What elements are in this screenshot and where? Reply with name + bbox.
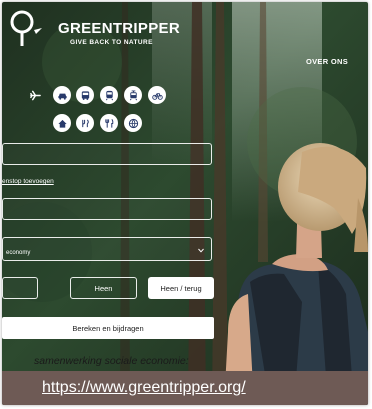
train-icon [105,90,113,100]
nav-about-link[interactable]: OVER ONS [306,57,348,66]
mode-restaurant-button[interactable] [100,114,118,132]
class-select[interactable]: economy [2,237,212,261]
website-link[interactable]: https://www.greentripper.org/ [42,379,246,397]
from-input[interactable] [2,143,212,165]
passengers-input[interactable] [2,277,38,299]
mode-bicycle-button[interactable] [148,86,166,104]
mode-home-button[interactable] [53,114,71,132]
mode-car-button[interactable] [53,86,71,104]
calculate-label: Bereken en bijdragen [72,323,144,333]
return-trip-label: Heen / terug [160,283,202,293]
brand-tagline: GIVE BACK TO NATURE [70,39,153,46]
chevron-down-icon [198,248,204,253]
brand-name: GREENTRIPPER [58,20,180,37]
globe-icon [128,118,138,128]
airplane-icon [29,90,41,100]
mode-globe-button[interactable] [124,114,142,132]
caption-text: samenwerking sociale economie: [34,355,189,367]
tram-icon [129,89,137,100]
class-select-value: economy [6,250,31,256]
one-way-label: Heen [94,283,113,293]
url-banner: https://www.greentripper.org/ [2,371,368,405]
one-way-button[interactable]: Heen [70,277,137,299]
restaurant-icon [104,118,113,128]
mode-train-button[interactable] [100,86,118,104]
bicycle-icon [151,92,163,100]
location-pin-logo-icon [10,10,42,46]
return-trip-button[interactable]: Heen / terug [148,277,214,299]
mode-food-button[interactable] [76,114,94,132]
bus-icon [81,90,89,100]
add-stopover-link[interactable]: enstop toevoegen [2,178,54,185]
calculate-contribute-button[interactable]: Bereken en bijdragen [2,317,214,339]
mode-tram-button[interactable] [124,86,142,104]
mode-airplane-button[interactable] [26,86,44,104]
car-icon [57,93,67,100]
to-input[interactable] [2,198,212,220]
screenshot-frame: GREENTRIPPER GIVE BACK TO NATURE OVER ON… [2,2,368,405]
mode-bus-button[interactable] [76,86,94,104]
greentripper-logo[interactable]: GREENTRIPPER GIVE BACK TO NATURE [8,8,180,52]
home-icon [57,119,67,128]
food-icon [81,118,89,127]
